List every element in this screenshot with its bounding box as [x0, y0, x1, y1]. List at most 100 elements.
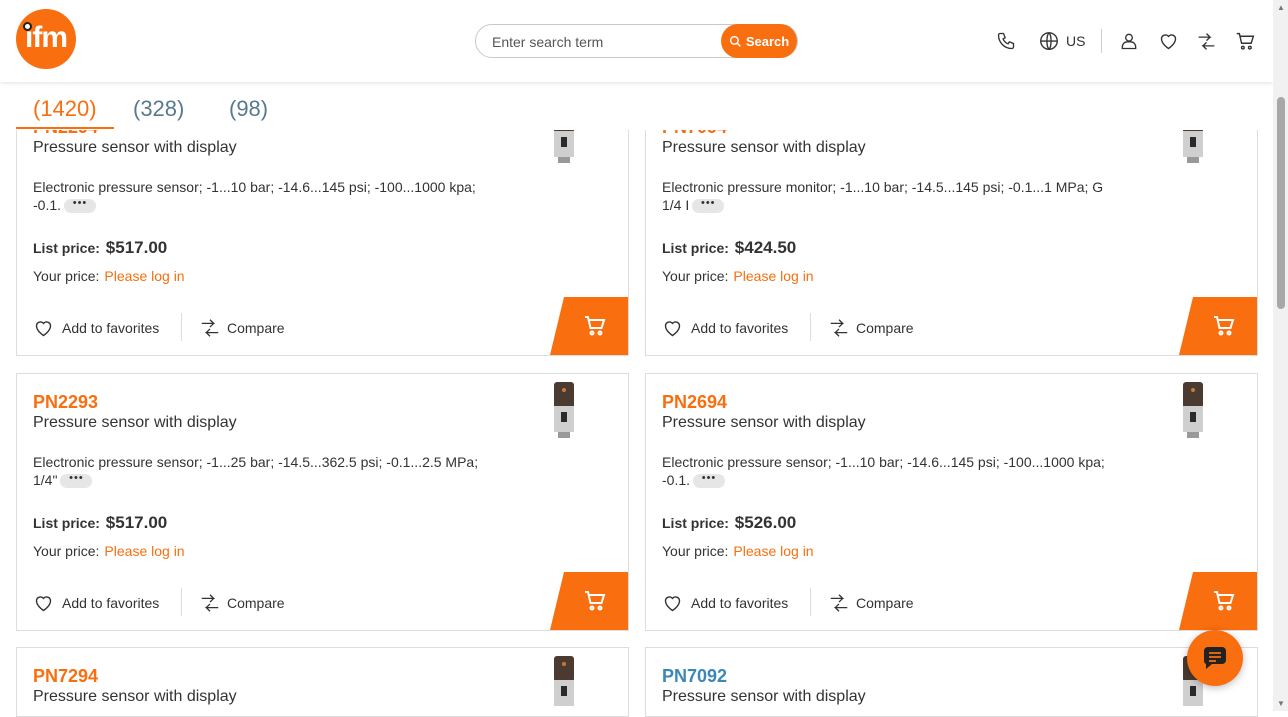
list-price-label: List price:	[662, 240, 729, 256]
product-description: Electronic pressure monitor; -1...10 bar…	[662, 178, 1122, 214]
compare-button[interactable]: Compare	[828, 591, 914, 615]
list-price: List price: $424.50	[662, 238, 796, 258]
compare-button[interactable]: Compare	[828, 316, 914, 340]
action-divider	[181, 588, 182, 616]
login-link[interactable]: Please log in	[733, 543, 813, 559]
login-link[interactable]: Please log in	[104, 268, 184, 284]
product-card: PN7294 Pressure sensor with display	[16, 647, 629, 717]
add-to-favorites-label: Add to favorites	[691, 595, 789, 611]
product-card: PN2294 Pressure sensor with display Elec…	[16, 98, 629, 356]
search-icon	[729, 35, 741, 47]
cart-icon[interactable]	[1233, 29, 1257, 53]
login-link[interactable]: Please log in	[104, 543, 184, 559]
compare-label: Compare	[227, 595, 285, 611]
list-price: List price: $517.00	[33, 238, 167, 258]
list-price: List price: $517.00	[33, 513, 167, 533]
product-title: Pressure sensor with display	[662, 414, 866, 431]
product-image[interactable]	[553, 656, 575, 712]
region-label: US	[1066, 33, 1086, 49]
cart-icon	[1214, 316, 1235, 336]
compare-button[interactable]: Compare	[199, 591, 285, 615]
cart-icon	[585, 591, 606, 611]
compare-icon	[201, 594, 219, 612]
add-to-cart-button[interactable]	[550, 297, 628, 355]
product-description-text: Electronic pressure sensor; -1...10 bar;…	[662, 454, 1105, 488]
compare-label: Compare	[856, 320, 914, 336]
cart-icon	[1214, 591, 1235, 611]
more-button[interactable]: •••	[60, 473, 93, 489]
scroll-down-arrow-icon[interactable]: ▼	[1277, 699, 1285, 708]
your-price: Your price: Please log in	[662, 268, 814, 284]
site-header: ifm Search US	[0, 0, 1273, 82]
product-number-link[interactable]: PN2694	[662, 392, 727, 413]
more-button[interactable]: •••	[64, 198, 97, 214]
your-price-label: Your price:	[662, 543, 729, 559]
product-image[interactable]	[553, 382, 575, 438]
globe-icon	[1040, 32, 1058, 50]
product-image[interactable]	[1182, 382, 1204, 438]
more-button[interactable]: •••	[693, 473, 726, 489]
product-number-link[interactable]: PN2293	[33, 392, 98, 413]
phone-icon[interactable]	[994, 29, 1018, 53]
user-icon[interactable]	[1117, 29, 1141, 53]
add-to-cart-button[interactable]	[1179, 297, 1257, 355]
login-link[interactable]: Please log in	[733, 268, 813, 284]
action-divider	[810, 588, 811, 616]
your-price-label: Your price:	[662, 268, 729, 284]
add-to-favorites-button[interactable]: Add to favorites	[662, 591, 788, 615]
compare-icon	[201, 319, 219, 337]
search-input[interactable]	[492, 32, 712, 52]
list-price-label: List price:	[33, 240, 100, 256]
add-to-favorites-button[interactable]: Add to favorites	[33, 591, 159, 615]
list-price-label: List price:	[662, 515, 729, 531]
compare-icon[interactable]	[1194, 29, 1218, 53]
tab-accessories[interactable]: (328)	[133, 96, 184, 122]
product-title: Pressure sensor with display	[33, 414, 237, 431]
add-to-cart-button[interactable]	[550, 572, 628, 630]
product-title: Pressure sensor with display	[662, 139, 866, 156]
compare-icon	[830, 319, 848, 337]
chat-icon	[1203, 647, 1226, 669]
ifm-logo[interactable]: ifm	[16, 9, 76, 69]
product-title: Pressure sensor with display	[662, 688, 866, 705]
heart-icon	[35, 320, 52, 336]
your-price-label: Your price:	[33, 268, 100, 284]
search-button-label: Search	[745, 33, 790, 49]
product-title: Pressure sensor with display	[33, 688, 237, 705]
product-number-link[interactable]: PN7092	[662, 666, 727, 687]
compare-button[interactable]: Compare	[199, 316, 285, 340]
region-selector[interactable]: US	[1038, 29, 1085, 53]
product-description: Electronic pressure sensor; -1...10 bar;…	[33, 178, 493, 214]
list-price-value: $526.00	[734, 513, 797, 532]
your-price: Your price: Please log in	[33, 543, 185, 559]
more-button[interactable]: •••	[692, 198, 725, 214]
add-to-cart-button[interactable]	[1179, 572, 1257, 630]
heart-icon[interactable]	[1156, 29, 1180, 53]
tab-documents[interactable]: (98)	[229, 96, 268, 122]
chat-button[interactable]	[1187, 630, 1243, 686]
search-box: Search	[475, 24, 798, 58]
scroll-up-arrow-icon[interactable]: ▲	[1277, 3, 1285, 12]
add-to-favorites-label: Add to favorites	[691, 320, 789, 336]
compare-icon	[830, 594, 848, 612]
result-tabs: (1420) (328) (98)	[0, 82, 1273, 130]
search-button[interactable]: Search	[721, 24, 797, 58]
product-card: PN2293 Pressure sensor with display Elec…	[16, 373, 629, 631]
your-price: Your price: Please log in	[662, 543, 814, 559]
add-to-favorites-label: Add to favorites	[62, 320, 160, 336]
action-divider	[181, 313, 182, 341]
product-number-link[interactable]: PN7294	[33, 666, 98, 687]
scroll-thumb[interactable]	[1277, 97, 1285, 309]
product-description: Electronic pressure sensor; -1...10 bar;…	[662, 453, 1122, 489]
product-description-text: Electronic pressure sensor; -1...25 bar;…	[33, 454, 479, 488]
list-price-value: $517.00	[105, 513, 168, 532]
page-scrollbar[interactable]: ▲ ▼	[1273, 0, 1288, 711]
add-to-favorites-button[interactable]: Add to favorites	[662, 316, 788, 340]
add-to-favorites-button[interactable]: Add to favorites	[33, 316, 159, 340]
tab-products[interactable]: (1420)	[33, 96, 97, 122]
compare-label: Compare	[227, 320, 285, 336]
compare-label: Compare	[856, 595, 914, 611]
logo-dot	[23, 22, 32, 31]
product-card: PN7092 Pressure sensor with display	[645, 647, 1258, 717]
list-price-value: $517.00	[105, 238, 168, 257]
